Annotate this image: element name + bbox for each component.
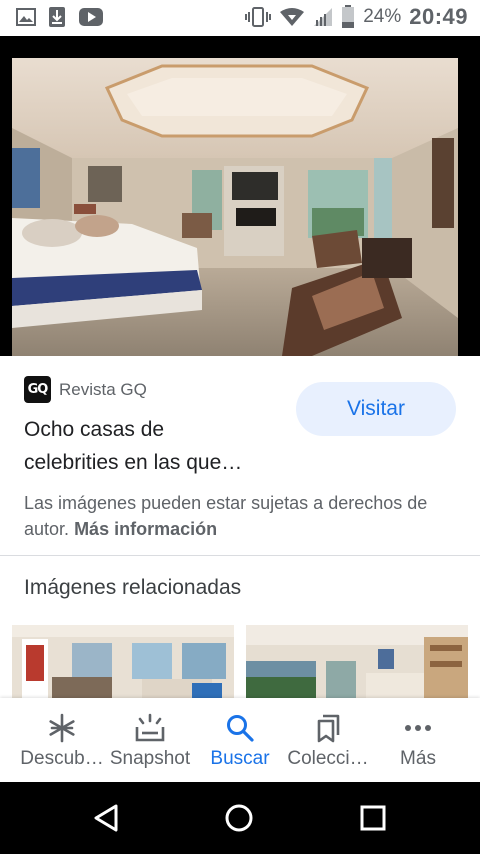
battery-icon <box>342 5 355 28</box>
nav-more[interactable]: Más <box>370 698 466 782</box>
nav-collections-label: Colecci… <box>287 748 369 769</box>
nav-snapshot[interactable]: Snapshot <box>102 698 198 782</box>
search-icon <box>227 715 254 742</box>
nav-search[interactable]: Buscar <box>192 698 288 782</box>
home-icon[interactable] <box>223 802 255 834</box>
back-icon[interactable] <box>90 802 122 834</box>
asterisk-icon <box>49 713 75 743</box>
image-viewer[interactable] <box>0 36 480 356</box>
related-images-heading: Imágenes relacionadas <box>24 576 242 599</box>
battery-percent: 24% <box>363 6 402 27</box>
result-title-line2: celebrities en las que… <box>24 451 243 474</box>
more-info-link[interactable]: Más información <box>74 519 217 539</box>
nav-discover-label: Descub… <box>20 748 104 769</box>
recents-icon[interactable] <box>357 802 389 834</box>
gq-logo: GQ <box>24 376 51 403</box>
clock: 20:49 <box>409 4 468 29</box>
snapshot-icon <box>135 713 165 742</box>
copyright-notice: Las imágenes pueden estar sujetas a dere… <box>24 490 454 542</box>
nav-collections[interactable]: Colecci… <box>280 698 376 782</box>
signal-icon <box>314 8 333 26</box>
nav-snapshot-label: Snapshot <box>109 748 191 769</box>
bottom-navigation: Descub… Snapshot Buscar Colecci… Más <box>0 698 480 782</box>
vibrate-icon <box>245 7 272 27</box>
related-image-thumbnail[interactable] <box>12 625 234 699</box>
result-image[interactable] <box>12 58 458 356</box>
result-title-line1: Ocho casas de <box>24 418 165 441</box>
youtube-notification-icon <box>79 8 103 26</box>
status-bar: 24% 20:49 <box>0 0 480 36</box>
system-navigation-bar <box>0 782 480 854</box>
bookmarks-icon <box>317 714 340 743</box>
more-horizontal-icon <box>405 725 431 731</box>
source-row[interactable]: GQ Revista GQ <box>24 376 147 403</box>
download-notification-icon <box>49 7 65 27</box>
source-name: Revista GQ <box>59 379 147 399</box>
wifi-icon <box>280 8 305 26</box>
nav-more-label: Más <box>400 748 436 769</box>
nav-discover[interactable]: Descub… <box>14 698 110 782</box>
divider <box>0 555 480 556</box>
result-title[interactable]: Ocho casas de celebrities en las que… <box>24 413 294 479</box>
related-image-thumbnail[interactable] <box>246 625 468 699</box>
nav-search-label: Buscar <box>210 748 270 769</box>
visit-button[interactable]: Visitar <box>296 382 456 436</box>
gallery-notification-icon <box>16 8 36 26</box>
